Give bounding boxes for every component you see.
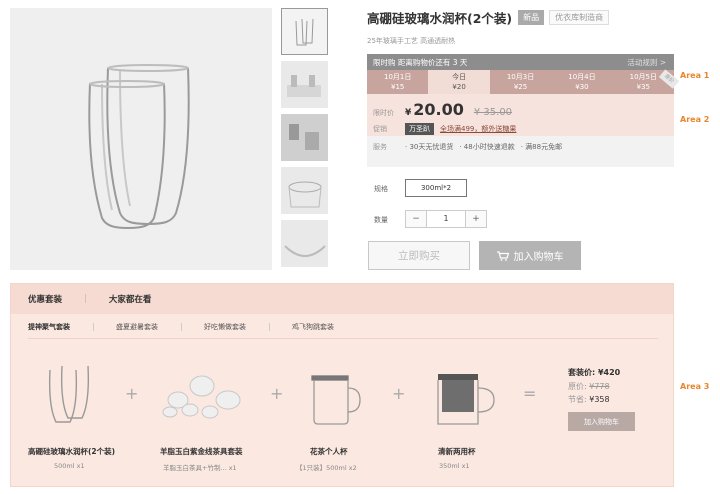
thumbnail-2[interactable] [281,61,328,108]
tab-bundle[interactable]: 优惠套装 [28,293,62,305]
thumbnail-list [281,8,328,273]
bundle-item-detail: 500ml x1 [54,462,85,470]
quantity-decrease-button[interactable]: − [406,211,426,227]
bundle-item-detail: 【1只装】500ml x2 [296,464,357,472]
bundle-item-name[interactable]: 清新两用杯 [438,446,476,457]
flash-sale-header: 限时购 距离购物价还有 3 天 活动规则 > [367,54,674,70]
original-price: ¥ 35.00 [473,107,513,118]
bundle-savings: 节省: ¥358 [568,395,610,404]
bundle-item-image-4[interactable] [430,370,500,430]
equals-icon: = [523,384,537,403]
sub-tab-1[interactable]: 提神聚气套装 [28,322,94,332]
thumbnail-4[interactable] [281,167,328,214]
quantity-label: 数量 [374,216,388,224]
cart-icon [496,250,509,261]
service-label: 服务 [373,143,387,151]
tab-popular[interactable]: 大家都在看 [109,293,152,305]
date-cell[interactable]: 10月4日 ¥30 [551,70,612,94]
bundle-item-name[interactable]: 羊脂玉白紫金线茶具套装 [160,446,243,457]
spec-label: 规格 [374,185,388,193]
bundle-sub-tabs: 提神聚气套装 盛夏避暑套装 好吃懒做套装 鸡飞狗跳套装 [11,316,673,338]
area-1-label: Area 1 [680,71,710,80]
date-price-strip: 10月1日 ¥15 今日 ¥20 10月3日 ¥25 10月4日 ¥30 10月5日 ¥3… [367,69,680,94]
bundle-item-image-2[interactable] [160,372,250,422]
quantity-input[interactable]: 1 [426,211,466,227]
bundle-price: 套装价: ¥420 [568,368,621,377]
sub-tab-3[interactable]: 好吃懒做套装 [204,322,270,332]
bundle-item-image-3[interactable] [304,370,364,430]
bundle-item-name[interactable]: 花茶个人杯 [310,446,348,457]
service-item: · 48小时快速退款 [459,143,515,151]
sub-tab-4[interactable]: 鸡飞狗跳套装 [292,322,334,332]
product-info: 高硼硅玻璃水润杯(2个装) 新品 优衣库制造商 25年玻璃手工艺 高通透耐热 [367,8,675,46]
bundle-tabs: 优惠套装 | 大家都在看 [11,284,673,314]
service-item: · 30天无忧退货 [405,143,454,151]
service-row: 服务 · 30天无忧退货 · 48小时快速退款 · 满88元免邮 [367,136,674,158]
product-title: 高硼硅玻璃水润杯(2个装) [367,10,513,26]
rules-link[interactable]: 活动规则 > [627,57,666,68]
buy-now-button[interactable]: 立即购买 [368,241,470,270]
bundle-item-name[interactable]: 高硼硅玻璃水润杯(2个装) [28,446,115,457]
price-area: 限时价 ¥20.00 ¥ 35.00 促销 万圣趴 全场满499，额外送糖果 [367,94,674,136]
thumbnail-5[interactable] [281,220,328,267]
product-main-image [10,8,272,270]
manufacturer-badge: 优衣库制造商 [549,9,610,25]
sub-tab-2[interactable]: 盛夏避暑套装 [116,322,182,332]
flash-sale-title: 限时购 距离购物价还有 3 天 [373,57,468,67]
area-3-label: Area 3 [680,382,710,391]
new-badge: 新品 [518,9,545,25]
spec-option-300ml[interactable]: 300ml*2 [405,179,467,197]
thumbnail-1[interactable] [281,8,328,55]
quantity-increase-button[interactable]: + [466,211,486,227]
add-to-cart-button[interactable]: 加入购物车 [479,241,581,270]
bundle-item-detail: 350ml x1 [439,462,470,470]
date-cell[interactable]: 10月3日 ¥25 [490,70,551,94]
plus-icon: + [125,384,139,403]
service-item: · 满88元免邮 [520,143,563,151]
plus-icon: + [270,384,284,403]
date-cell[interactable]: 10月1日 ¥15 [367,70,428,94]
bundle-item-detail: 羊脂玉白茶具+竹制... x1 [163,464,237,472]
sub-tab-underline [28,338,658,339]
date-cell[interactable]: 10月5日 ¥35 原价 [613,69,680,94]
bundle-item-image-1[interactable] [44,360,98,430]
plus-icon: + [392,384,406,403]
flash-sale-box: 限时购 距离购物价还有 3 天 活动规则 > 10月1日 ¥15 今日 ¥20 10… [367,54,680,167]
date-cell-today[interactable]: 今日 ¥20 [428,70,490,94]
current-price: ¥20.00 [405,100,464,119]
quantity-stepper: − 1 + [405,210,487,228]
promotion-tag: 万圣趴 [405,123,434,135]
price-label: 限时价 [373,109,394,117]
tab-separator: | [84,294,87,304]
bundle-original-price: 原价: ¥778 [568,382,610,391]
thumbnail-3[interactable] [281,114,328,161]
area-2-label: Area 2 [680,115,710,124]
promotion-label: 促销 [373,125,387,133]
product-subtitle: 25年玻璃手工艺 高通透耐热 [367,37,456,45]
promotion-link[interactable]: 全场满499，额外送糖果 [440,124,516,134]
bundle-add-to-cart-button[interactable]: 加入购物车 [568,412,635,431]
